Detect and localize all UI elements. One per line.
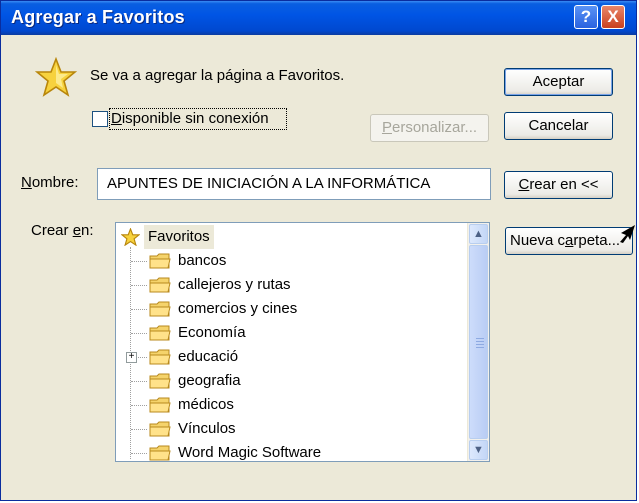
tree-folder-item[interactable]: Economía (116, 321, 470, 345)
favorites-star-icon (35, 57, 77, 97)
scroll-down-button[interactable]: ▼ (469, 440, 488, 460)
cursor-arrow-icon (620, 225, 635, 243)
scroll-thumb[interactable] (469, 245, 488, 439)
close-button[interactable]: X (601, 5, 625, 29)
create-in-suffix: n: (81, 222, 94, 239)
chevron-down-icon: ▼ (473, 444, 484, 456)
folder-icon (149, 325, 171, 341)
add-favorites-dialog: Agregar a Favoritos ? X Se va a agregar … (0, 0, 637, 501)
ok-label: Aceptar (532, 73, 585, 90)
folder-icon (149, 445, 171, 461)
add-message: Se va a agregar la página a Favoritos. (90, 67, 345, 84)
offline-focus-rect (109, 108, 287, 130)
folder-icon (149, 301, 171, 317)
create-in-button[interactable]: Crear en << (504, 171, 613, 199)
folder-icon (149, 349, 171, 365)
name-input[interactable]: APUNTES DE INICIACIÓN A LA INFORMÁTICA (97, 168, 491, 200)
tree-folder-item[interactable]: Word Magic Software (116, 441, 470, 461)
folder-tree[interactable]: Favoritos bancos callejeros y rutas comerc… (115, 222, 490, 462)
folder-icon (149, 277, 171, 293)
scroll-grip-line (476, 338, 484, 339)
tree-folder-item[interactable]: médicos (116, 393, 470, 417)
folder-icon (149, 421, 171, 437)
tree-folder-label: Economía (178, 324, 246, 341)
new-folder-suffix: rpeta... (573, 232, 621, 249)
tree-folder-item[interactable]: comercios y cines (116, 297, 470, 321)
tree-folder-label: callejeros y rutas (178, 276, 291, 293)
tree-folder-label: bancos (178, 252, 227, 269)
tree-folder-label: Word Magic Software (178, 444, 322, 461)
title-bar[interactable]: Agregar a Favoritos ? X (1, 1, 636, 35)
folder-icon (149, 373, 171, 389)
tree-folder-item[interactable]: callejeros y rutas (116, 273, 470, 297)
cancel-button[interactable]: Cancelar (504, 112, 613, 140)
tree-folder-label: geografia (178, 372, 241, 389)
scroll-grip-line (476, 341, 484, 342)
window-title: Agregar a Favoritos (11, 7, 185, 27)
create-in-label-mnemonic: e (72, 222, 82, 239)
new-folder-prefix: Nueva c (510, 232, 566, 249)
create-in-label: rear en << (529, 176, 599, 193)
name-label: Nombre: (21, 174, 79, 191)
tree-folder-label: comercios y cines (178, 300, 298, 317)
create-in-label-static: Crear en: (31, 222, 94, 239)
create-in-prefix: Crear (31, 222, 73, 239)
new-folder-button[interactable]: Nueva carpeta... (505, 227, 633, 255)
tree-folder-item[interactable]: educació (116, 345, 470, 369)
tree-folder-item[interactable]: geografia (116, 369, 470, 393)
tree-folder-item[interactable]: Vínculos (116, 417, 470, 441)
close-icon: X (607, 7, 619, 26)
offline-checkbox[interactable] (92, 111, 108, 127)
name-mnemonic: N (21, 174, 32, 191)
tree-folder-item[interactable]: bancos (116, 249, 470, 273)
cancel-label: Cancelar (528, 117, 589, 134)
folder-icon (149, 253, 171, 269)
tree-scrollbar[interactable]: ▲ ▼ (467, 223, 489, 461)
help-icon: ? (580, 7, 592, 26)
tree-root-favoritos[interactable]: Favoritos (116, 225, 470, 249)
tree-folder-label: educació (178, 348, 239, 365)
folder-icon (149, 397, 171, 413)
help-button[interactable]: ? (574, 5, 598, 29)
favorites-root-star-icon (121, 228, 140, 246)
customize-button[interactable]: Personalizar... (370, 114, 489, 142)
customize-label: ersonalizar... (391, 119, 478, 136)
scroll-up-button[interactable]: ▲ (469, 224, 488, 244)
tree-folder-label: Vínculos (178, 420, 236, 437)
name-label-text: ombre: (31, 174, 79, 191)
scroll-grip-line (476, 347, 484, 348)
tree-folder-label: médicos (178, 396, 234, 413)
customize-mnemonic: P (381, 119, 392, 136)
ok-button[interactable]: Aceptar (504, 68, 613, 96)
create-in-mnemonic: C (518, 176, 530, 193)
tree-root-label: Favoritos (144, 225, 214, 249)
scroll-grip-line (476, 344, 484, 345)
chevron-up-icon: ▲ (473, 228, 484, 240)
